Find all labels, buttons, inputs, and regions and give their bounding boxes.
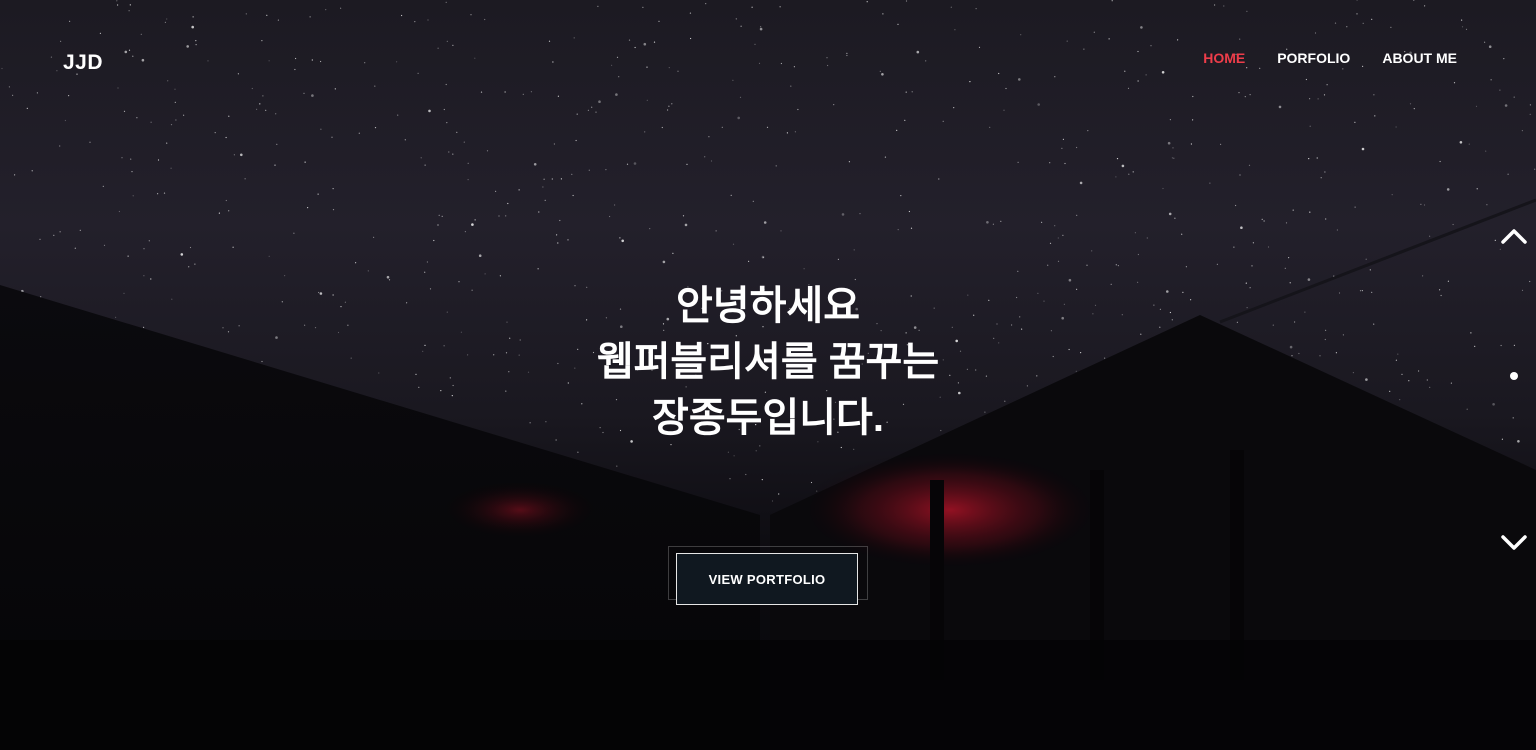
nav-item-portfolio[interactable]: PORFOLIO [1277, 50, 1350, 66]
main-nav: HOME PORFOLIO ABOUT ME [1203, 50, 1457, 66]
site-logo[interactable]: JJD [63, 51, 103, 75]
headline-line-1: 안녕하세요 [676, 284, 860, 328]
red-cloth-glow [440, 480, 600, 540]
nav-item-home[interactable]: HOME [1203, 50, 1245, 66]
view-portfolio-button[interactable]: VIEW PORTFOLIO [676, 553, 858, 605]
hero-headline: 안녕하세요 웹퍼블리셔를 꿈꾸는 장종두입니다. [0, 278, 1536, 446]
hero-section: JJD HOME PORFOLIO ABOUT ME 안녕하세요 웹퍼블리셔를 … [0, 0, 1536, 750]
headline-line-3: 장종두입니다. [652, 396, 884, 440]
nav-item-about-me[interactable]: ABOUT ME [1382, 50, 1457, 66]
chevron-down-icon[interactable] [1500, 533, 1528, 553]
ground-shadow [0, 640, 1536, 750]
chevron-up-icon[interactable] [1500, 226, 1528, 246]
headline-line-2: 웹퍼블리셔를 꿈꾸는 [596, 340, 940, 384]
dot-icon[interactable] [1510, 372, 1518, 380]
